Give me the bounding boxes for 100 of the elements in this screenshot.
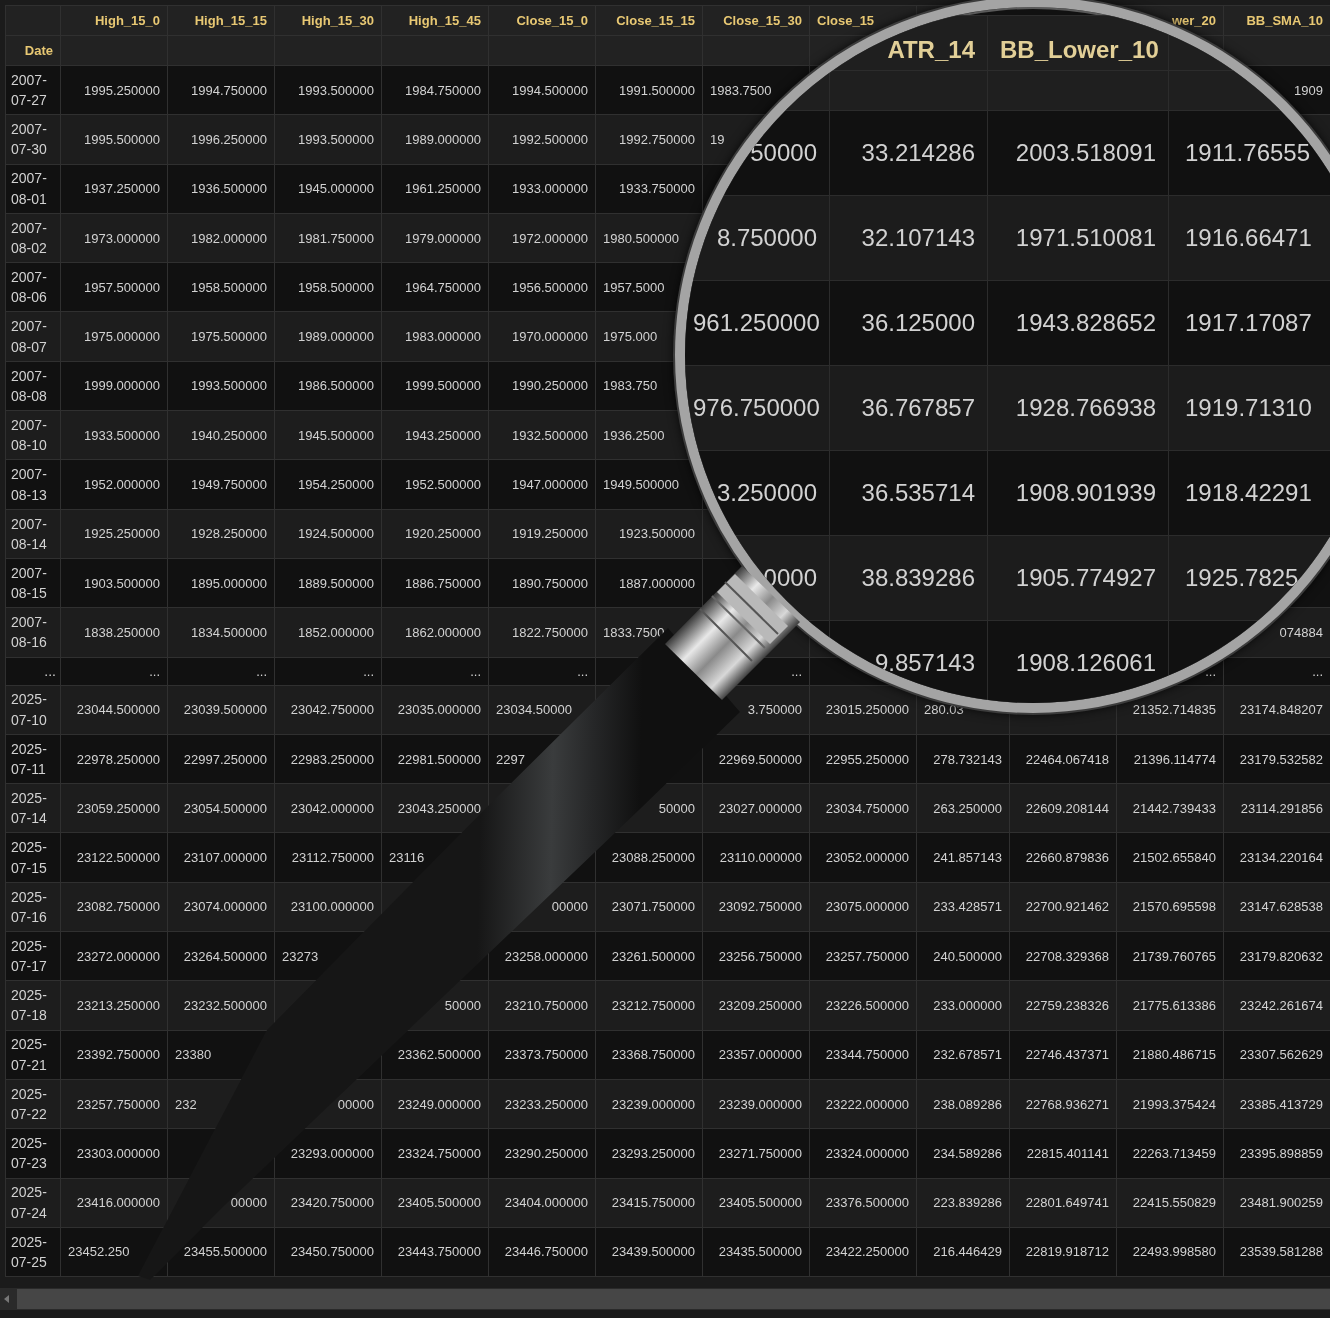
table-cell: 23264.500000	[167, 931, 275, 981]
table-cell: 241.857143	[916, 832, 1010, 883]
table-cell: 23212.750000	[595, 980, 703, 1031]
table-cell: 1924.500000	[274, 509, 382, 559]
table-cell: 1956.500000	[488, 262, 596, 312]
magnified-cell: 1971.510081	[987, 195, 1169, 281]
table-cell: 1996.250000	[167, 114, 275, 165]
table-cell: 23075.000000	[809, 882, 917, 932]
table-cell: 22660.879836	[1009, 832, 1117, 883]
table-cell: 23071.750000	[595, 882, 703, 932]
table-cell: 1895.000000	[167, 558, 275, 608]
table-cell: 1993.500000	[167, 361, 275, 411]
table-cell: 1822.750000	[488, 607, 596, 658]
table-cell: 1992.500000	[488, 114, 596, 165]
table-cell: 1989.000000	[381, 114, 489, 165]
magnified-cell: 1928.766938	[987, 365, 1169, 451]
table-cell: 23074.000000	[167, 882, 275, 932]
table-cell: 23257.750000	[60, 1079, 168, 1129]
table-cell: 1886.750000	[381, 558, 489, 608]
table-cell: 23324.000000	[809, 1128, 917, 1179]
table-cell: ...	[381, 657, 489, 686]
table-cell: 1972.000000	[488, 213, 596, 263]
table-cell: 23042.750000	[274, 685, 382, 735]
table-cell: 1949.750000	[167, 459, 275, 510]
table-cell: 233.000000	[916, 980, 1010, 1031]
table-cell: 22801.649741	[1009, 1178, 1117, 1228]
table-cell: 22493.998580	[1116, 1227, 1224, 1277]
table-cell: 23385.413729	[1223, 1079, 1330, 1129]
table-cell: 1973.000000	[60, 213, 168, 263]
table-cell: 23303.000000	[60, 1128, 168, 1179]
table-cell: 22997.250000	[167, 734, 275, 784]
table-cell: 23293.250000	[595, 1128, 703, 1179]
magnified-cell: 36.767857	[829, 365, 988, 451]
table-cell: 1949.500000	[595, 459, 703, 510]
table-cell: 23052.000000	[809, 832, 917, 883]
table-cell: 1993.500000	[274, 114, 382, 165]
magnified-cell: 36.535714	[829, 450, 988, 536]
row-date: ...	[5, 657, 61, 686]
table-cell: 1958.500000	[167, 262, 275, 312]
magnified-cell: 1919.71310	[1168, 365, 1330, 451]
magnified-cell: 1908.126061	[987, 620, 1169, 703]
row-date: 2025-07-15	[5, 832, 61, 883]
table-cell: 233.428571	[916, 882, 1010, 932]
table-cell: 1991.500000	[595, 65, 703, 115]
table-cell: 21502.655840	[1116, 832, 1224, 883]
table-cell: 22819.918712	[1009, 1227, 1117, 1277]
table-cell: 1936.500000	[167, 164, 275, 214]
table-cell: 23395.898859	[1223, 1128, 1330, 1179]
table-cell: 22263.713459	[1116, 1128, 1224, 1179]
row-date: 2007-08-01	[5, 164, 61, 214]
table-cell: 23271.750000	[702, 1128, 810, 1179]
table-cell: 23392.750000	[60, 1030, 168, 1080]
table-cell: 23100.000000	[274, 882, 382, 932]
table-cell: 23257.750000	[809, 931, 917, 981]
table-cell: 22708.329368	[1009, 931, 1117, 981]
table-cell: 22609.208144	[1009, 783, 1117, 833]
table-cell: 23272.000000	[60, 931, 168, 981]
row-date: 2025-07-22	[5, 1079, 61, 1129]
table-cell: 1933.500000	[60, 410, 168, 460]
table-cell: 23179.532582	[1223, 734, 1330, 784]
table-cell: 1945.000000	[274, 164, 382, 214]
row-date: 2025-07-14	[5, 783, 61, 833]
table-cell: 1887.000000	[595, 558, 703, 608]
magnified-cell: 33.214286	[829, 110, 988, 196]
row-date: 2025-07-25	[5, 1227, 61, 1277]
table-cell: 1970.000000	[488, 312, 596, 362]
row-date: 2007-08-02	[5, 213, 61, 263]
table-cell: 1889.500000	[274, 558, 382, 608]
table-cell: 22983.250000	[274, 734, 382, 784]
table-cell: 23481.900259	[1223, 1178, 1330, 1228]
table-cell: ...	[60, 657, 168, 686]
table-cell: 1920.250000	[381, 509, 489, 559]
table-cell: 23344.750000	[809, 1030, 917, 1080]
table-cell: 23420.750000	[274, 1178, 382, 1228]
table-cell: 23450.750000	[274, 1227, 382, 1277]
table-cell: 23233.250000	[488, 1079, 596, 1129]
row-date: 2007-08-16	[5, 607, 61, 658]
column-header: Close_15_15	[595, 5, 703, 36]
table-cell: 23034.750000	[809, 783, 917, 833]
table-cell: 1994.750000	[167, 65, 275, 115]
table-cell: 1925.250000	[60, 509, 168, 559]
table-cell: 216.446429	[916, 1227, 1010, 1277]
table-cell: 23179.820632	[1223, 931, 1330, 981]
table-cell: 21993.375424	[1116, 1079, 1224, 1129]
table-cell: 22746.437371	[1009, 1030, 1117, 1080]
table-cell: 22464.067418	[1009, 734, 1117, 784]
scroll-left-icon[interactable]	[4, 1295, 9, 1304]
table-cell: 1933.750000	[595, 164, 703, 214]
table-cell: 22955.250000	[809, 734, 917, 784]
column-header: Close_15_0	[488, 5, 596, 36]
magnified-cell: 1908.901939	[987, 450, 1169, 536]
row-date: 2007-07-27	[5, 65, 61, 115]
table-cell: 23112.750000	[274, 832, 382, 883]
row-date: 2007-08-06	[5, 262, 61, 312]
table-cell: 23376.500000	[809, 1178, 917, 1228]
table-cell: 21880.486715	[1116, 1030, 1224, 1080]
table-cell: 23110.000000	[702, 832, 810, 883]
table-cell: 1990.250000	[488, 361, 596, 411]
magnified-cell: 1916.66471	[1168, 195, 1330, 281]
magnified-column-header: BB_Lower_10	[987, 15, 1169, 71]
